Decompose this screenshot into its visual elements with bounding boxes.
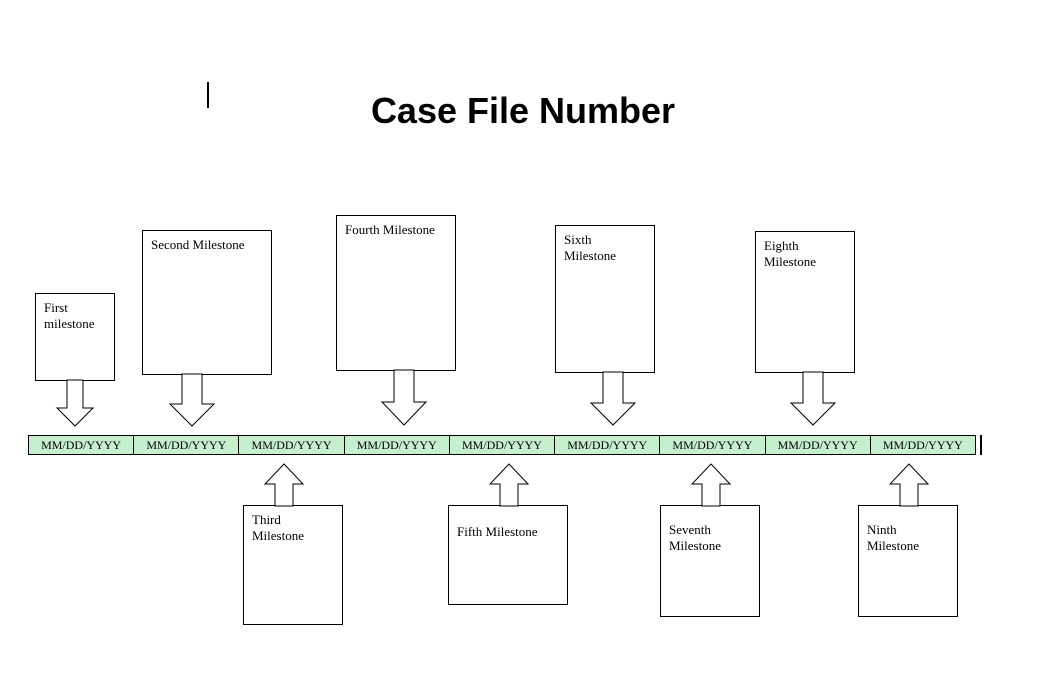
timeline-cell: MM/DD/YYYY <box>239 436 344 454</box>
callout-first-milestone: First milestone <box>35 293 115 381</box>
callout-label: Eighth Milestone <box>764 238 816 269</box>
timeline-cell: MM/DD/YYYY <box>766 436 871 454</box>
arrow-down-icon <box>587 372 639 428</box>
timeline-end-tick <box>980 435 982 455</box>
arrow-down-icon <box>166 374 218 429</box>
callout-label: Seventh Milestone <box>669 522 721 553</box>
timeline-cell: MM/DD/YYYY <box>660 436 765 454</box>
callout-label: Fourth Milestone <box>345 222 435 237</box>
callout-label: First milestone <box>44 300 95 331</box>
callout-ninth-milestone: Ninth Milestone <box>858 462 958 617</box>
timeline-cell: MM/DD/YYYY <box>871 436 975 454</box>
arrow-up-icon <box>886 462 932 506</box>
callout-sixth-milestone: Sixth Milestone <box>555 225 655 373</box>
callout-label: Sixth Milestone <box>564 232 616 263</box>
callout-fifth-milestone: Fifth Milestone <box>448 462 568 605</box>
callout-third-milestone: Third Milestone <box>243 462 343 625</box>
timeline-cell: MM/DD/YYYY <box>29 436 134 454</box>
arrow-down-icon <box>53 380 97 428</box>
timeline-cell: MM/DD/YYYY <box>345 436 450 454</box>
callout-label: Fifth Milestone <box>457 524 538 539</box>
timeline-cell: MM/DD/YYYY <box>555 436 660 454</box>
callout-fourth-milestone: Fourth Milestone <box>336 215 456 371</box>
arrow-down-icon <box>787 372 839 428</box>
callout-eighth-milestone: Eighth Milestone <box>755 231 855 373</box>
callout-label: Second Milestone <box>151 237 245 252</box>
arrow-down-icon <box>378 370 430 428</box>
timeline-cell: MM/DD/YYYY <box>450 436 555 454</box>
callout-seventh-milestone: Seventh Milestone <box>660 462 760 617</box>
callout-second-milestone: Second Milestone <box>142 230 272 375</box>
arrow-up-icon <box>688 462 734 506</box>
callout-label: Third Milestone <box>252 512 304 543</box>
arrow-up-icon <box>486 462 532 506</box>
diagram-title: Case File Number <box>0 90 1046 132</box>
arrow-up-icon <box>261 462 307 506</box>
timeline-bar: MM/DD/YYYY MM/DD/YYYY MM/DD/YYYY MM/DD/Y… <box>28 435 976 455</box>
callout-label: Ninth Milestone <box>867 522 919 553</box>
timeline-cell: MM/DD/YYYY <box>134 436 239 454</box>
